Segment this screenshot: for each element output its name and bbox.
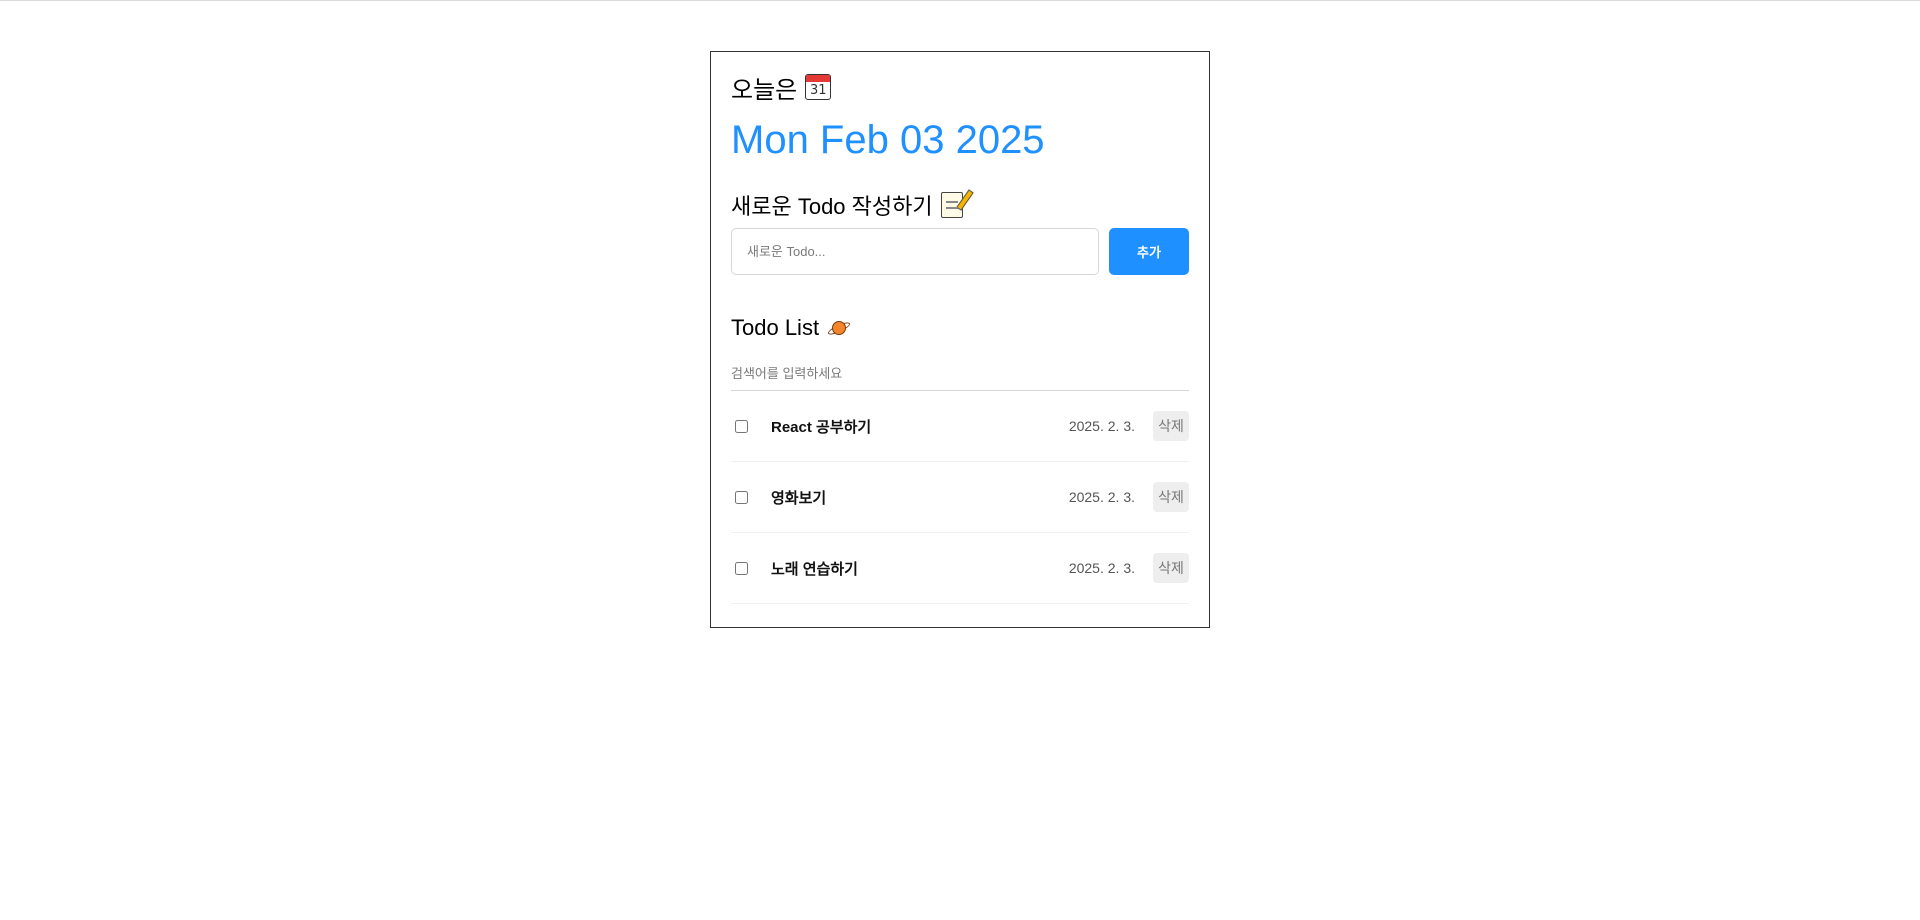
editor-title: 새로운 Todo 작성하기 xyxy=(731,189,1189,220)
today-date: Mon Feb 03 2025 xyxy=(731,118,1045,162)
todo-date: 2025. 2. 3. xyxy=(1068,418,1135,434)
search-input[interactable] xyxy=(731,357,1189,391)
editor-row: 추가 xyxy=(731,228,1189,275)
calendar-icon-header xyxy=(806,75,831,82)
top-divider xyxy=(0,0,1920,1)
delete-button[interactable]: 삭제 xyxy=(1153,482,1189,512)
todo-content: 노래 연습하기 xyxy=(771,560,858,578)
memo-icon xyxy=(940,189,974,218)
todo-content: React 공부하기 xyxy=(771,418,872,436)
calendar-icon: 31 xyxy=(805,74,832,100)
planet-icon xyxy=(826,316,852,340)
todo-item: 노래 연습하기 2025. 2. 3. 삭제 xyxy=(731,533,1189,604)
todo-date: 2025. 2. 3. xyxy=(1068,560,1135,576)
todo-item: React 공부하기 2025. 2. 3. 삭제 xyxy=(731,391,1189,462)
pencil-icon xyxy=(955,189,974,211)
todo-date: 2025. 2. 3. xyxy=(1068,489,1135,505)
editor-title-text: 새로운 Todo 작성하기 xyxy=(731,194,933,219)
calendar-icon-day: 31 xyxy=(809,83,827,98)
add-button[interactable]: 추가 xyxy=(1109,228,1189,275)
todo-checkbox[interactable] xyxy=(735,561,748,575)
planet-body xyxy=(832,321,847,335)
todo-list-title-text: Todo List xyxy=(731,315,820,340)
new-todo-input[interactable] xyxy=(731,228,1099,275)
todo-app: 오늘은 31 Mon Feb 03 2025 새로운 Todo 작성하기 추가 … xyxy=(710,51,1210,628)
todo-content: 영화보기 xyxy=(771,489,827,507)
todo-checkbox[interactable] xyxy=(735,419,748,433)
today-header: 오늘은 31 xyxy=(731,72,1189,104)
today-label: 오늘은 xyxy=(731,76,798,104)
delete-button[interactable]: 삭제 xyxy=(1153,553,1189,583)
delete-button[interactable]: 삭제 xyxy=(1153,411,1189,441)
todo-list-title: Todo List xyxy=(731,313,1189,343)
todo-item: 영화보기 2025. 2. 3. 삭제 xyxy=(731,462,1189,533)
todo-list: React 공부하기 2025. 2. 3. 삭제 영화보기 2025. 2. … xyxy=(731,391,1189,604)
todo-checkbox[interactable] xyxy=(735,490,748,504)
